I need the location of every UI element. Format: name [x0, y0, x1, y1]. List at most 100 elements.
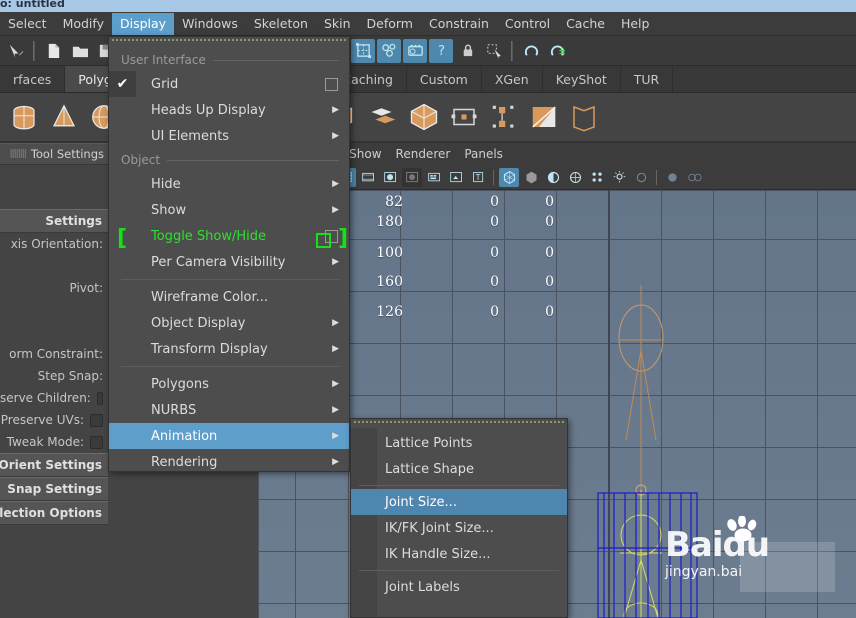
bridge-icon[interactable] — [367, 100, 401, 134]
target-weld-icon[interactable] — [527, 100, 561, 134]
animation-submenu-item-lattice-shape[interactable]: Lattice Shape — [351, 456, 567, 482]
animation-submenu-item-joint-size[interactable]: Joint Size... — [351, 489, 567, 515]
menu-separator — [121, 366, 339, 367]
display-dropdown-menu[interactable]: User Interface✔GridHeads Up Display▶UI E… — [108, 36, 350, 472]
open-scene-icon[interactable] — [67, 39, 91, 63]
dynamics-mask-icon[interactable] — [377, 39, 401, 63]
grid-toggle-icon[interactable] — [587, 168, 607, 187]
select-tool-icon — [485, 42, 502, 59]
hardware-texturing-icon[interactable] — [402, 168, 422, 187]
viewport-menu-panels[interactable]: Panels — [457, 147, 510, 161]
display-menu-item-label: Animation — [121, 429, 332, 444]
chevron-right-icon: ▶ — [332, 431, 339, 441]
display-menu-item-ui-elements[interactable]: UI Elements▶ — [109, 123, 349, 149]
lights-icon[interactable] — [609, 168, 629, 187]
snap-to-grid-icon[interactable] — [545, 39, 569, 63]
display-menu-item-grid[interactable]: ✔Grid — [109, 71, 349, 97]
menu-group-rule — [213, 60, 339, 61]
selection-mask-arrow-icon[interactable] — [3, 39, 27, 63]
tool-settings-section-orient-settings[interactable]: Orient Settings — [0, 453, 108, 477]
tool-settings-title-bar[interactable]: |||||||| Tool Settings — [0, 143, 108, 165]
shadows-icon[interactable] — [446, 168, 466, 187]
use-all-lights-icon[interactable] — [424, 168, 444, 187]
xray-icon[interactable] — [499, 168, 519, 187]
display-menu-item-label: NURBS — [121, 403, 332, 418]
tool-settings-section-snap-settings[interactable]: Snap Settings — [0, 477, 108, 501]
tool-settings-section-on-selection-options[interactable]: on Selection Options — [0, 501, 108, 525]
boolean-icon[interactable] — [407, 100, 441, 134]
settings-section-header[interactable]: Settings — [0, 209, 108, 233]
display-menu-item-hide[interactable]: Hide▶ — [109, 171, 349, 197]
polygon-cylinder-icon[interactable] — [7, 100, 41, 134]
shelf-tab-rfaces[interactable]: rfaces — [0, 66, 65, 92]
menu-windows[interactable]: Windows — [174, 13, 246, 35]
animation-submenu-item-lattice-points[interactable]: Lattice Points — [351, 430, 567, 456]
display-menu-item-polygons[interactable]: Polygons▶ — [109, 371, 349, 397]
tool-setting-row: Pivot: — [0, 277, 108, 299]
display-menu-item-heads-up-display[interactable]: Heads Up Display▶ — [109, 97, 349, 123]
animation-submenu[interactable]: Lattice PointsLattice Shape Joint Size...… — [350, 418, 568, 618]
display-menu-item-per-camera-visibility[interactable]: Per Camera Visibility▶ — [109, 249, 349, 275]
rendering-mask-icon[interactable] — [403, 39, 427, 63]
new-scene-icon[interactable] — [41, 39, 65, 63]
menu-tear-off-handle[interactable] — [112, 39, 346, 49]
display-menu-item-label: Rendering — [121, 455, 332, 470]
select-tool-icon[interactable] — [481, 39, 505, 63]
nurbs-display-icon[interactable] — [662, 168, 682, 187]
tool-setting-checkbox[interactable] — [90, 414, 103, 427]
menu-deform[interactable]: Deform — [359, 13, 421, 35]
smooth-shade-all-icon[interactable] — [358, 168, 378, 187]
menu-help[interactable]: Help — [613, 13, 658, 35]
quad-draw-icon[interactable] — [567, 100, 601, 134]
display-menu-item-nurbs[interactable]: NURBS▶ — [109, 397, 349, 423]
motion-trail-icon[interactable] — [684, 168, 704, 187]
display-menu-item-toggle-show-hide[interactable]: Toggle Show/Hide — [109, 223, 349, 249]
lock-icon[interactable] — [455, 39, 479, 63]
tool-setting-row: Preserve UVs: — [0, 409, 108, 431]
menu-display[interactable]: Display — [112, 13, 174, 35]
isolate-select-icon[interactable] — [565, 168, 585, 187]
display-menu-item-object-display[interactable]: Object Display▶ — [109, 310, 349, 336]
menu-skeleton[interactable]: Skeleton — [246, 13, 316, 35]
menu-modify[interactable]: Modify — [55, 13, 112, 35]
display-menu-item-wireframe-color[interactable]: Wireframe Color... — [109, 284, 349, 310]
display-menu-item-label: Wireframe Color... — [121, 290, 349, 305]
tool-setting-row — [0, 299, 108, 321]
shelf-tab-custom[interactable]: Custom — [407, 66, 482, 92]
polygon-cone-icon[interactable] — [47, 100, 81, 134]
misc-mask-icon[interactable]: ? — [429, 39, 453, 63]
multi-cut-icon[interactable] — [487, 100, 521, 134]
tool-setting-checkbox[interactable] — [97, 392, 103, 405]
shelf-tab-keyshot[interactable]: KeyShot — [543, 66, 621, 92]
display-menu-item-animation[interactable]: Animation▶ — [109, 423, 349, 449]
tool-setting-checkbox[interactable] — [90, 436, 103, 449]
display-menu-item-show[interactable]: Show▶ — [109, 197, 349, 223]
menu-constrain[interactable]: Constrain — [421, 13, 497, 35]
animation-submenu-item-ik-handle-size[interactable]: IK Handle Size... — [351, 541, 567, 567]
crease-tool-icon[interactable] — [447, 100, 481, 134]
display-menu-item-transform-display[interactable]: Transform Display▶ — [109, 336, 349, 362]
xray-joints-icon[interactable] — [521, 168, 541, 187]
check-icon[interactable]: ✔ — [109, 71, 136, 97]
menu-control[interactable]: Control — [497, 13, 558, 35]
tool-setting-label: Tweak Mode: — [7, 435, 84, 449]
option-box-icon[interactable] — [325, 78, 338, 91]
deformers-mask-icon[interactable] — [351, 39, 375, 63]
joint-skeleton-lower — [620, 490, 662, 618]
screen-space-ao-icon[interactable]: T — [468, 168, 488, 187]
snap-to-curve-icon[interactable] — [519, 39, 543, 63]
tool-settings-panel: |||||||| Tool Settings Settings xis Orie… — [0, 143, 108, 618]
menu-select[interactable]: Select — [0, 13, 55, 35]
animation-submenu-item-ik-fk-joint-size[interactable]: IK/FK Joint Size... — [351, 515, 567, 541]
xray-active-components-icon[interactable] — [543, 168, 563, 187]
submenu-tear-off-handle[interactable] — [354, 421, 564, 430]
camera-icon[interactable] — [631, 168, 651, 187]
shelf-tab-tur[interactable]: TUR — [621, 66, 673, 92]
shelf-tab-xgen[interactable]: XGen — [482, 66, 543, 92]
viewport-menu-renderer[interactable]: Renderer — [389, 147, 458, 161]
menu-cache[interactable]: Cache — [558, 13, 613, 35]
shaded-icon[interactable] — [380, 168, 400, 187]
menu-skin[interactable]: Skin — [316, 13, 359, 35]
animation-submenu-item-joint-labels[interactable]: Joint Labels — [351, 574, 567, 600]
display-menu-item-rendering[interactable]: Rendering▶ — [109, 449, 349, 472]
